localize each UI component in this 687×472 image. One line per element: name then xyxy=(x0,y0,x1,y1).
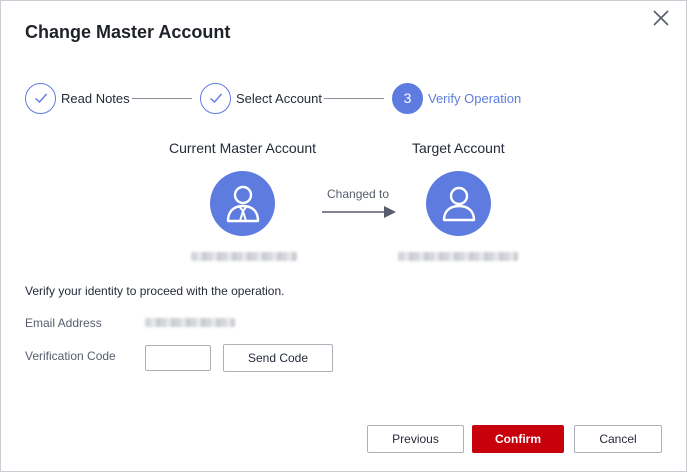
verify-identity-text: Verify your identity to proceed with the… xyxy=(25,284,285,298)
step-number-indicator: 3 xyxy=(392,82,423,114)
check-icon xyxy=(34,93,47,103)
verification-code-input[interactable] xyxy=(145,345,211,371)
close-icon[interactable] xyxy=(651,8,671,28)
check-icon xyxy=(209,93,222,103)
step-select-account: Select Account xyxy=(200,82,322,114)
step-verify-operation: 3 Verify Operation xyxy=(392,82,521,114)
user-tie-icon xyxy=(226,185,259,222)
dialog-title: Change Master Account xyxy=(25,22,231,42)
confirm-button[interactable]: Confirm xyxy=(472,425,564,453)
current-account-avatar xyxy=(210,171,275,236)
target-account-avatar xyxy=(426,171,491,236)
current-account-name-masked xyxy=(191,252,297,261)
step-read-notes: Read Notes xyxy=(25,82,130,114)
cancel-button[interactable]: Cancel xyxy=(574,425,662,453)
step-done-indicator xyxy=(200,82,231,114)
step-label: Verify Operation xyxy=(428,90,522,106)
current-account-title: Current Master Account xyxy=(169,140,317,156)
user-icon xyxy=(442,186,475,221)
step-label: Select Account xyxy=(236,90,322,106)
step-label: Read Notes xyxy=(61,90,130,106)
changed-to-label: Changed to xyxy=(327,187,390,201)
verification-code-label: Verification Code xyxy=(25,349,116,363)
send-code-button[interactable]: Send Code xyxy=(223,344,333,372)
arrow-right-icon xyxy=(322,206,396,218)
step-connector xyxy=(132,98,192,99)
email-address-masked xyxy=(145,318,235,327)
previous-button[interactable]: Previous xyxy=(367,425,464,453)
step-connector xyxy=(324,98,384,99)
change-master-account-dialog: Change Master Account Read Notes Select … xyxy=(0,0,687,472)
step-done-indicator xyxy=(25,82,56,114)
target-account-title: Target Account xyxy=(412,140,505,156)
target-account-name-masked xyxy=(398,252,518,261)
email-address-label: Email Address xyxy=(25,316,102,330)
